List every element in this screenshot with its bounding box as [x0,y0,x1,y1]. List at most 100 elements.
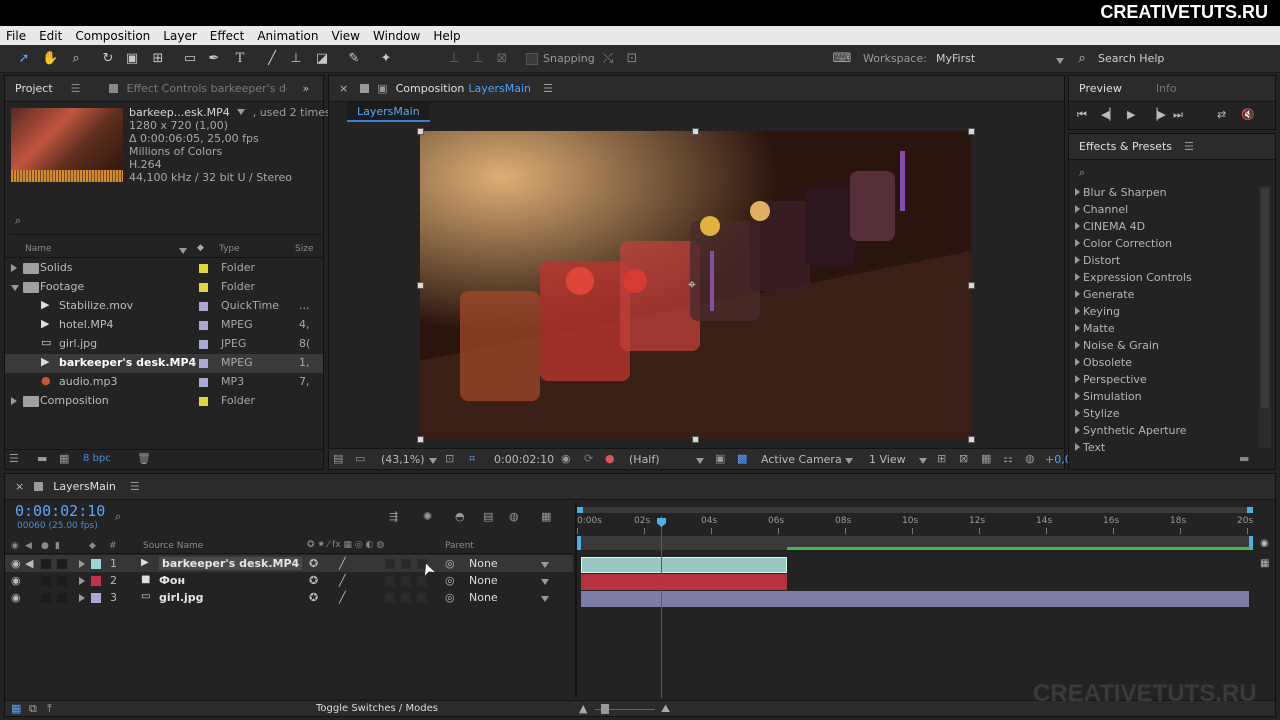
expand-icon[interactable] [1075,273,1080,281]
show-snapshot-icon[interactable]: ⟳ [584,452,593,465]
parent-dropdown-icon[interactable] [541,579,549,585]
next-frame-icon[interactable]: ▕▶ [1149,108,1166,121]
search-help-icon[interactable]: ⌕ [1074,51,1090,67]
resolution-dropdown-icon[interactable] [696,458,704,464]
expand-icon[interactable] [79,594,85,602]
snapping-checkbox[interactable] [526,53,538,65]
timeline-close-button[interactable]: × [15,480,24,493]
transform-handle[interactable] [692,128,699,135]
column-type[interactable]: Type [219,244,240,254]
expand-icon[interactable] [1075,188,1080,196]
quality-switch-icon[interactable]: ╱ [339,557,346,570]
switch-box[interactable] [417,593,427,603]
expand-icon[interactable] [11,397,17,405]
layer-bar-fon[interactable] [581,574,787,590]
column-size[interactable]: Size [295,244,313,254]
expand-icon[interactable] [79,577,85,585]
last-frame-icon[interactable]: ⏭ [1173,108,1183,122]
parent-dropdown-icon[interactable] [541,596,549,602]
view-axis-icon[interactable]: ⊠ [494,51,510,67]
solo-checkbox[interactable] [41,559,51,569]
project-item[interactable]: ▶ hotel.MP4 MPEG 4, [5,316,323,335]
comp-button-icon[interactable]: ◉ [1260,538,1269,549]
comp-panel-menu-icon[interactable]: ☰ [543,82,553,95]
pen-tool-icon[interactable]: ✒ [206,51,222,67]
mute-icon[interactable]: 🔇 [1241,108,1255,121]
menu-composition[interactable]: Composition [75,29,150,43]
zoom-slider[interactable] [601,704,609,714]
snap-edges-icon[interactable]: ⤯ [600,51,616,67]
expand-icon[interactable] [11,264,17,272]
expand-icon[interactable] [1075,307,1080,315]
in-out-icon[interactable]: ⤒ [47,702,52,716]
effects-category[interactable]: Blur & Sharpen [1075,186,1167,199]
new-folder-icon[interactable]: ▬ [37,452,47,465]
parent-select[interactable]: None [469,591,498,604]
label-color[interactable] [199,302,208,311]
solo-checkbox[interactable] [41,576,51,586]
project-item[interactable]: ▶ Stabilize.mov QuickTime... [5,297,323,316]
parent-select[interactable]: None [469,557,498,570]
first-frame-icon[interactable]: ⏮ [1077,108,1087,122]
effects-category[interactable]: Matte [1075,322,1115,335]
layer-bar-barkeeper[interactable] [581,557,787,573]
layer-row[interactable]: ◉ ◀ 1 ▶ barkeeper's desk.MP4 ✪ ╱ ◎ None [5,555,573,572]
flowchart-icon[interactable]: ⚏ [1003,452,1013,465]
world-axis-icon[interactable]: ⊥ [470,51,486,67]
region-icon[interactable]: ▣ [715,452,725,465]
parent-select[interactable]: None [469,574,498,587]
solo-switch-icon[interactable]: ● [41,541,49,551]
comp-tab-name[interactable]: LayersMain [468,82,531,95]
timeline-timecode[interactable]: 0:00:02:10 [15,502,105,520]
menu-window[interactable]: Window [373,29,420,43]
comp-close-button[interactable]: × [339,82,348,95]
play-icon[interactable]: ▶ [1127,108,1135,121]
reset-exposure-icon[interactable]: ◍ [1025,452,1035,465]
menu-animation[interactable]: Animation [257,29,318,43]
panel-menu-icon[interactable]: ☰ [71,82,81,95]
project-item[interactable]: ● audio.mp3 MP3 7, [5,373,323,392]
label-color[interactable] [199,321,208,330]
effects-menu-icon[interactable]: ☰ [1184,140,1194,153]
zoom-out-icon[interactable]: ▲ [579,702,587,715]
menu-edit[interactable]: Edit [39,29,62,43]
layer-bar-girl[interactable] [581,591,1249,607]
menu-effect[interactable]: Effect [210,29,245,43]
layer-row[interactable]: ◉ 3 ▭ girl.jpg ✪ ╱ ◎ None [5,589,573,606]
expand-open-icon[interactable] [11,285,19,291]
solo-checkbox[interactable] [41,593,51,603]
project-item[interactable]: ▭ girl.jpg JPEG 8( [5,335,323,354]
roto-brush-tool-icon[interactable]: ✎ [346,51,362,67]
camera-select[interactable]: Active Camera [761,453,842,466]
switch-box[interactable] [401,576,411,586]
toggle-pixel-icon[interactable]: ⊞ [937,452,946,465]
effects-category[interactable]: Text [1075,441,1105,454]
tab-effect-controls[interactable]: Effect Controls barkeeper's de [127,82,287,95]
effects-category[interactable]: Stylize [1075,407,1119,420]
expand-icon[interactable] [1075,256,1080,264]
effects-category[interactable]: Keying [1075,305,1120,318]
menu-layer[interactable]: Layer [163,29,196,43]
workspace-dropdown-icon[interactable] [1056,58,1064,64]
effects-search-icon[interactable]: ⌕ [1079,166,1085,180]
bpc-button[interactable]: 8 bpc [83,453,111,464]
eye-icon[interactable]: ◉ [11,591,21,604]
label-column-icon[interactable]: ◆ [197,243,204,253]
project-item[interactable]: Footage Folder [5,278,323,297]
expand-icon[interactable] [1075,392,1080,400]
local-axis-icon[interactable]: ⊥ [446,51,462,67]
label-color[interactable] [199,340,208,349]
effects-footer-icon[interactable]: ▬ [1239,452,1249,465]
transform-handle[interactable] [417,282,424,289]
transform-handle[interactable] [968,436,975,443]
lock-switch-icon[interactable]: ▮ [55,541,60,551]
lock-checkbox[interactable] [57,593,67,603]
time-navigator[interactable] [577,507,1253,513]
lock-icon[interactable] [360,84,370,93]
menu-help[interactable]: Help [433,29,460,43]
effects-category[interactable]: Distort [1075,254,1120,267]
pickwhip-icon[interactable]: ◎ [445,574,455,587]
transform-handle[interactable] [417,128,424,135]
expand-icon[interactable] [1075,324,1080,332]
transform-handle[interactable] [417,436,424,443]
